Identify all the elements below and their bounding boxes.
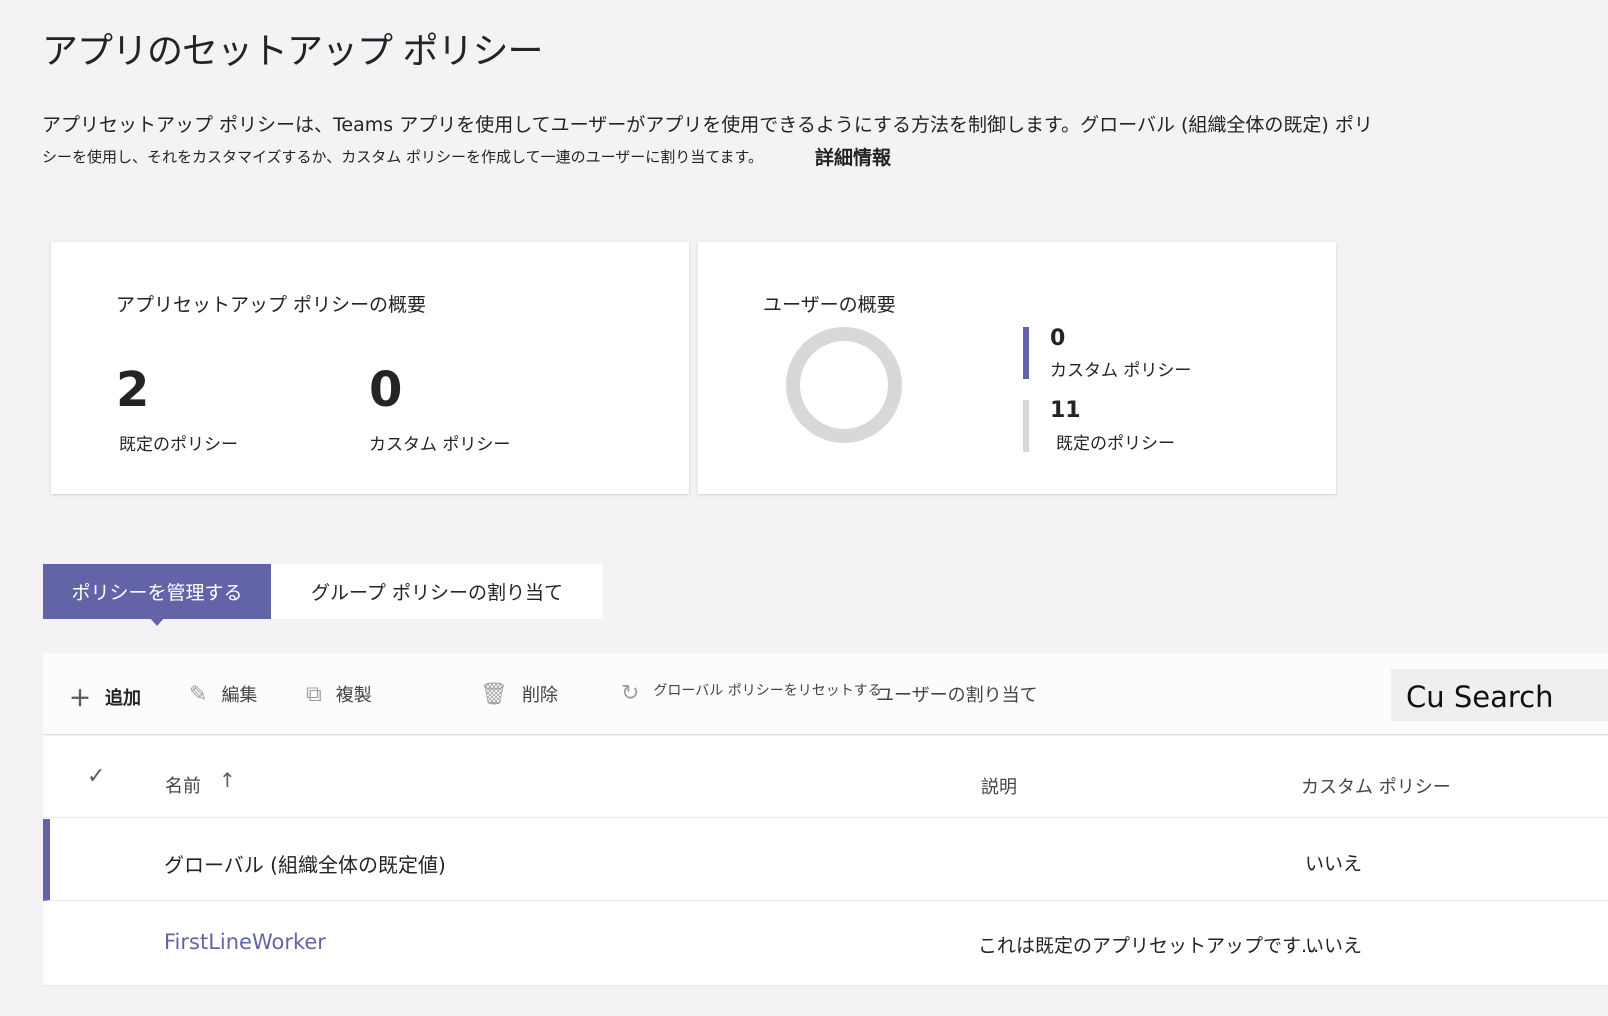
tab-manage-policies[interactable]: ポリシーを管理する bbox=[43, 564, 271, 619]
delete-label: 削除 bbox=[521, 685, 558, 706]
header-description[interactable]: 説明 bbox=[981, 773, 1017, 799]
trash-icon: 🗑 bbox=[480, 681, 508, 707]
active-tab-indicator bbox=[149, 617, 165, 626]
add-label: 追加 bbox=[105, 688, 142, 709]
duplicate-label: 複製 bbox=[335, 685, 372, 706]
users-default-count: 11 bbox=[1050, 398, 1081, 423]
pencil-icon: ✎ bbox=[189, 681, 208, 707]
header-custom-policy[interactable]: カスタム ポリシー bbox=[1301, 773, 1451, 799]
learn-more-link[interactable]: 詳細情報 bbox=[815, 143, 891, 170]
assign-label: ユーザーの割り当て bbox=[876, 685, 1038, 706]
custom-count: 0 bbox=[369, 362, 403, 418]
copy-icon: ⧉ bbox=[306, 681, 322, 707]
tab-group-policy-assignment[interactable]: グループ ポリシーの割り当て bbox=[271, 564, 603, 619]
row-custom: いいえ bbox=[1305, 853, 1363, 875]
delete-button[interactable]: 🗑 削除 bbox=[480, 681, 558, 707]
user-summary-card: ユーザーの概要 0 カスタム ポリシー 11 既定のポリシー bbox=[698, 242, 1336, 494]
add-button[interactable]: ＋ 追加 bbox=[69, 681, 141, 713]
users-default-label: 既定のポリシー bbox=[1056, 434, 1175, 454]
users-custom-label: カスタム ポリシー bbox=[1050, 361, 1192, 381]
reset-icon: ↻ bbox=[621, 681, 640, 706]
table-header: ✓ 名前 ↑ 説明 カスタム ポリシー bbox=[43, 736, 1608, 818]
table-row[interactable]: FirstLineWorker これは既定のアプリセットアップです... いいえ bbox=[43, 902, 1608, 986]
description-cont: シーを使用し、それをカスタマイズするか、カスタム ポリシーを作成して一連のユーザ… bbox=[42, 148, 764, 166]
sort-ascending-icon[interactable]: ↑ bbox=[219, 768, 236, 792]
reset-label: グローバル ポリシーをリセットする bbox=[653, 682, 882, 699]
select-all-checkmark-icon[interactable]: ✓ bbox=[87, 764, 105, 789]
card-title: アプリセットアップ ポリシーの概要 bbox=[116, 294, 427, 316]
row-custom: いいえ bbox=[1305, 935, 1363, 957]
search-input[interactable]: Cu Search bbox=[1391, 669, 1608, 721]
toolbar: ＋ 追加 ✎ 編集 ⧉ 複製 🗑 削除 ↻ グローバル ポリシーをリセットする ユーザーの… bbox=[43, 653, 1608, 735]
edit-button[interactable]: ✎ 編集 bbox=[189, 681, 257, 707]
table-row[interactable]: グローバル (組織全体の既定値) いいえ bbox=[43, 819, 1608, 901]
default-legend-bar bbox=[1023, 400, 1029, 452]
users-custom-count: 0 bbox=[1050, 326, 1066, 351]
header-name[interactable]: 名前 bbox=[165, 772, 201, 798]
row-description: これは既定のアプリセットアップです... bbox=[978, 935, 1320, 957]
description: アプリセットアップ ポリシーは、Teams アプリを使用してユーザーがアプリを使… bbox=[42, 114, 1373, 136]
duplicate-button[interactable]: ⧉ 複製 bbox=[306, 681, 372, 707]
row-name[interactable]: グローバル (組織全体の既定値) bbox=[164, 849, 446, 878]
edit-label: 編集 bbox=[221, 685, 258, 706]
assign-users-button[interactable]: ユーザーの割り当て bbox=[876, 681, 1038, 707]
page-title: アプリのセットアップ ポリシー bbox=[42, 31, 543, 72]
policy-summary-card: アプリセットアップ ポリシーの概要 2 既定のポリシー 0 カスタム ポリシー bbox=[51, 242, 689, 494]
default-label: 既定のポリシー bbox=[119, 435, 238, 455]
row-name-link[interactable]: FirstLineWorker bbox=[164, 930, 326, 954]
plus-icon: ＋ bbox=[69, 687, 92, 712]
custom-label: カスタム ポリシー bbox=[369, 435, 511, 455]
card-title: ユーザーの概要 bbox=[763, 294, 896, 316]
reset-global-button[interactable]: ↻ グローバル ポリシーをリセットする bbox=[621, 681, 882, 706]
custom-legend-bar bbox=[1023, 327, 1029, 379]
default-count: 2 bbox=[116, 362, 150, 418]
policy-table: ✓ 名前 ↑ 説明 カスタム ポリシー グローバル (組織全体の既定値) いいえ… bbox=[43, 736, 1608, 986]
donut-chart bbox=[786, 327, 902, 443]
